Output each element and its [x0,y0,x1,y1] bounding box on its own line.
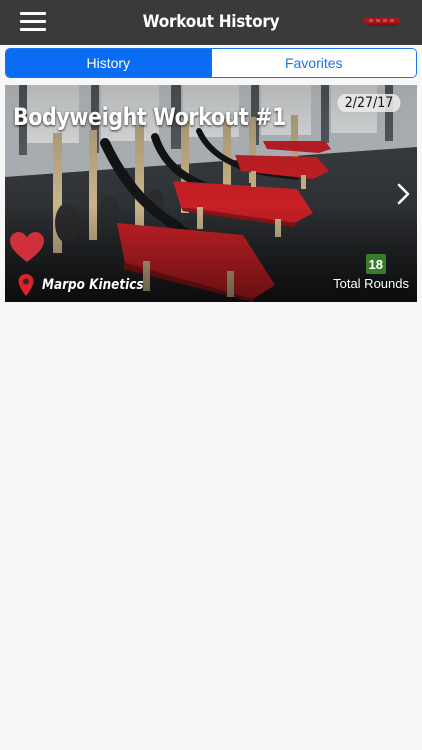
page-title: Workout History [142,12,280,32]
total-rounds-count: 18 [365,254,386,274]
tab-favorites[interactable]: Favorites [210,49,416,77]
favorite-heart-icon[interactable] [9,231,45,263]
workout-date-badge: 2/27/17 [337,94,401,112]
tab-history[interactable]: History [6,49,211,77]
chevron-right-icon[interactable] [395,181,411,207]
navigation-bar: Workout History [0,0,422,45]
workout-title: Bodyweight Workout #1 [13,103,286,131]
history-favorites-segmented-control: History Favorites [5,48,417,78]
workout-location: Marpo Kinetics [42,277,144,293]
location-pin-icon [18,274,34,296]
total-rounds-label: Total Rounds [333,276,409,291]
workout-card[interactable]: Bodyweight Workout #1 2/27/17 Marpo Kine… [5,85,417,302]
brand-logo-icon [364,18,400,26]
